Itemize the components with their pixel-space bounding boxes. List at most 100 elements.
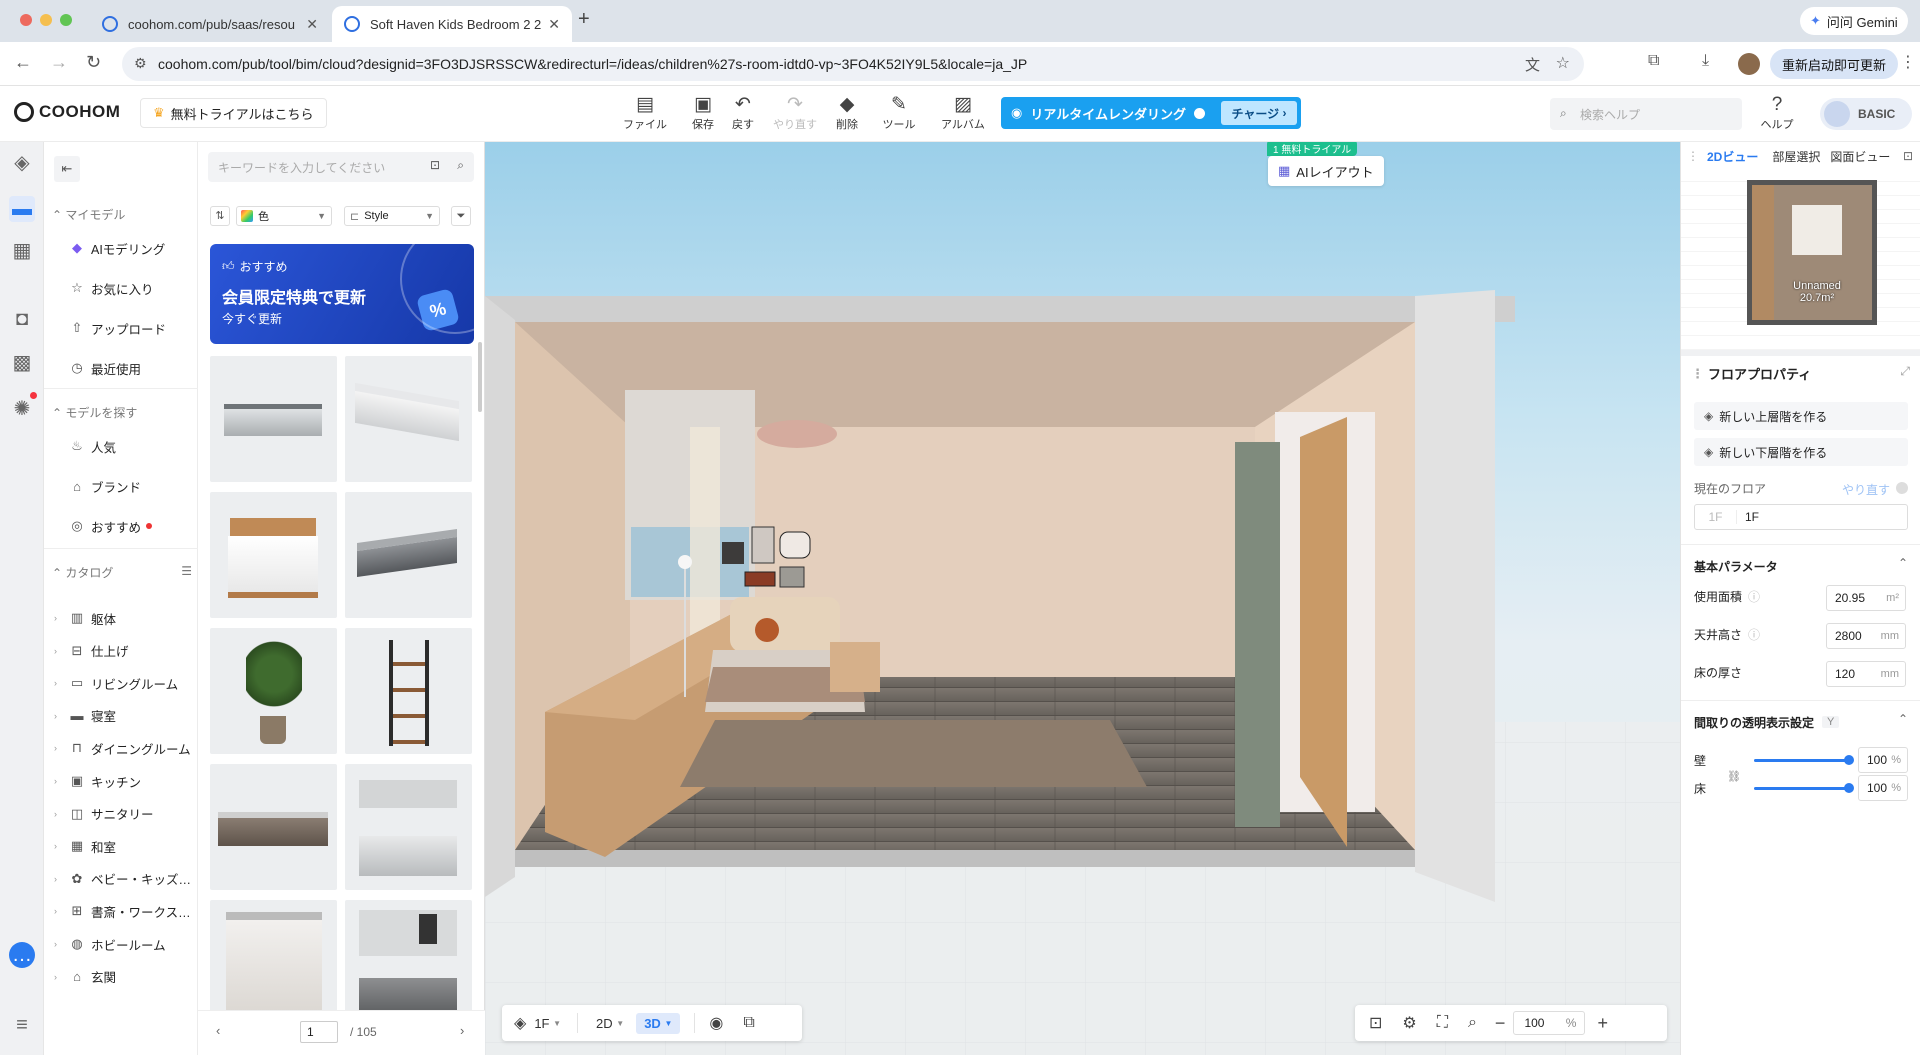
- help-button[interactable]: ? ヘルプ: [1752, 94, 1802, 132]
- catalog-item-recommended[interactable]: ◎ おすすめ: [68, 514, 153, 538]
- view-2d-button[interactable]: 2D ▼: [590, 1013, 630, 1034]
- forward-icon[interactable]: →: [50, 52, 68, 73]
- catalog-item-ai-modeling[interactable]: ◆ AIモデリング: [68, 236, 165, 260]
- browser-tab-2[interactable]: Soft Haven Kids Bedroom 2 2 ✕: [332, 6, 572, 42]
- new-tab-button[interactable]: +: [578, 8, 590, 31]
- floor-transparency-input[interactable]: 100%: [1858, 775, 1908, 801]
- catalog-item[interactable]: › ⊓ ダイニングルーム: [54, 736, 191, 760]
- slider-knob[interactable]: [1844, 783, 1854, 793]
- model-thumbnail-roller-blind[interactable]: [210, 900, 337, 1026]
- floor-name-field[interactable]: 1F 1F: [1694, 504, 1908, 530]
- expand-arrow-icon[interactable]: ›: [54, 809, 57, 819]
- floor-transparency-slider[interactable]: [1754, 783, 1854, 793]
- expand-icon[interactable]: ⊡: [1903, 149, 1913, 163]
- page-input[interactable]: 1: [300, 1021, 338, 1043]
- chevron-up-icon[interactable]: ⌃: [1898, 556, 1908, 570]
- realtime-render-button[interactable]: ◉ リアルタイムレンダリング チャージ ›: [1001, 97, 1301, 129]
- model-thumbnail-marble-island[interactable]: [345, 356, 472, 482]
- expand-arrow-icon[interactable]: ›: [54, 841, 57, 851]
- site-settings-icon[interactable]: ⚙: [134, 55, 147, 72]
- color-filter-select[interactable]: 色 ▼: [236, 206, 332, 226]
- catalog-item[interactable]: › ▣ キッチン: [54, 769, 141, 793]
- expand-arrow-icon[interactable]: ›: [54, 743, 57, 753]
- wall-transparency-input[interactable]: 100%: [1858, 747, 1908, 773]
- account-badge[interactable]: BASIC: [1820, 98, 1912, 130]
- album-button[interactable]: ▨ アルバム: [938, 94, 988, 132]
- catalog-item-favorites[interactable]: ☆ お気に入り: [68, 276, 153, 300]
- expand-arrow-icon[interactable]: ›: [54, 646, 57, 656]
- catalog-header[interactable]: ⌃ カタログ ☰: [52, 564, 192, 581]
- expand-arrow-icon[interactable]: ›: [54, 776, 57, 786]
- model-thumbnail-ladder-shelf[interactable]: [345, 628, 472, 754]
- cube-view-icon[interactable]: ⧉: [743, 1014, 754, 1032]
- catalog-item[interactable]: › ▭ リビングルーム: [54, 671, 178, 695]
- translate-icon[interactable]: 文: [1525, 54, 1540, 75]
- free-trial-button[interactable]: ♛ 無料トライアルはこちら: [140, 98, 327, 128]
- sort-toggle-icon[interactable]: ⇅: [210, 206, 230, 226]
- eye-icon[interactable]: ◉: [709, 1013, 723, 1033]
- expand-arrow-icon[interactable]: ›: [54, 711, 57, 721]
- maximize-window-button[interactable]: [60, 14, 72, 26]
- catalog-item[interactable]: › ⊟ 仕上げ: [54, 639, 129, 663]
- catalog-item[interactable]: › ▥ 躯体: [54, 606, 116, 630]
- profile-avatar[interactable]: [1738, 53, 1760, 75]
- model-thumbnail-single-bed[interactable]: [210, 492, 337, 618]
- catalog-item[interactable]: › ▦ 和室: [54, 834, 116, 858]
- close-tab-icon[interactable]: ✕: [306, 16, 318, 33]
- redo-button[interactable]: ↷ やり直す: [770, 94, 820, 132]
- floor-selector[interactable]: 1F ▼: [534, 1016, 561, 1031]
- basic-params-header[interactable]: 基本パラメータ: [1694, 552, 1778, 580]
- chevron-up-icon[interactable]: ⌃: [1898, 712, 1908, 726]
- search-icon[interactable]: ⌕: [457, 158, 464, 173]
- style-filter-select[interactable]: ⊏ Style ▼: [344, 206, 440, 226]
- catalog-item-upload[interactable]: ⇧ アップロード: [68, 316, 166, 340]
- model-thumbnail-kitchen-island[interactable]: [210, 356, 337, 482]
- minimize-window-button[interactable]: [40, 14, 52, 26]
- camera-settings-icon[interactable]: ⚙: [1402, 1013, 1416, 1033]
- create-upper-floor-button[interactable]: ◈ 新しい上層階を作る: [1694, 402, 1908, 430]
- chat-support-icon[interactable]: …: [9, 942, 35, 968]
- model-thumbnail-kitchen-counter[interactable]: [210, 764, 337, 890]
- coohom-logo[interactable]: COOHOM: [14, 102, 120, 122]
- search-help-input[interactable]: ⌕ 検索ヘルプ: [1550, 98, 1742, 130]
- expand-arrow-icon[interactable]: ›: [54, 613, 57, 623]
- filter-funnel-icon[interactable]: ⏷: [451, 206, 471, 226]
- expand-arrow-icon[interactable]: ›: [54, 972, 57, 982]
- material-icon[interactable]: ▩: [9, 350, 35, 376]
- view-3d-button[interactable]: 3D ▼: [636, 1012, 681, 1034]
- undo-button[interactable]: ↶ 戻す: [718, 94, 768, 132]
- extensions-icon[interactable]: ⧉: [1648, 52, 1659, 70]
- find-models-header[interactable]: ⌃ モデルを探す: [52, 404, 137, 421]
- catalog-item-brand[interactable]: ⌂ ブランド: [68, 474, 141, 498]
- lightbulb-icon[interactable]: ✺: [9, 396, 35, 422]
- expand-icon[interactable]: ⤢: [1900, 364, 1910, 379]
- fit-view-icon[interactable]: ⊡: [1369, 1013, 1382, 1033]
- expand-arrow-icon[interactable]: ›: [54, 874, 57, 884]
- file-menu-button[interactable]: ▤ ファイル: [620, 94, 670, 132]
- reload-icon[interactable]: ↻: [86, 52, 101, 73]
- model-thumbnail-tall-kitchen[interactable]: [345, 900, 472, 1026]
- tab-2d-view[interactable]: 2Dビュー: [1707, 148, 1758, 165]
- tools-menu-button[interactable]: ✎ ツール: [874, 94, 924, 132]
- zoom-search-icon[interactable]: ⌕: [1468, 1014, 1477, 1032]
- catalog-item[interactable]: › ✿ ベビー・キッズ…: [54, 867, 191, 891]
- catalog-item[interactable]: › ⌂ 玄関: [54, 965, 116, 989]
- tab-drawing-view[interactable]: 図面ビュー: [1830, 148, 1890, 165]
- delete-button[interactable]: ◆ 削除: [822, 94, 872, 132]
- my-models-header[interactable]: ⌃ マイモデル: [52, 206, 125, 223]
- zoom-out-icon[interactable]: −: [1495, 1013, 1506, 1034]
- model-thumbnail-plant[interactable]: [210, 628, 337, 754]
- bookmark-star-icon[interactable]: ☆: [1556, 53, 1570, 73]
- zoom-input[interactable]: 100%: [1513, 1011, 1586, 1035]
- render-camera-icon[interactable]: ◘: [9, 306, 35, 332]
- transparency-header[interactable]: 間取りの透明表示設定 Y: [1694, 708, 1840, 736]
- url-field[interactable]: ⚙ coohom.com/pub/tool/bim/cloud?designid…: [122, 47, 1584, 81]
- close-window-button[interactable]: [20, 14, 32, 26]
- link-icon[interactable]: ⛓: [1727, 770, 1741, 783]
- next-page-icon[interactable]: ›: [460, 1023, 464, 1038]
- catalog-item-recent[interactable]: ◷ 最近使用: [68, 356, 141, 380]
- focus-icon[interactable]: ⛶: [1437, 1014, 1448, 1032]
- minimap[interactable]: Unnamed 20.7m²: [1681, 170, 1920, 350]
- image-search-icon[interactable]: ⊡: [430, 158, 440, 172]
- catalog-item[interactable]: › ◍ ホビールーム: [54, 932, 166, 956]
